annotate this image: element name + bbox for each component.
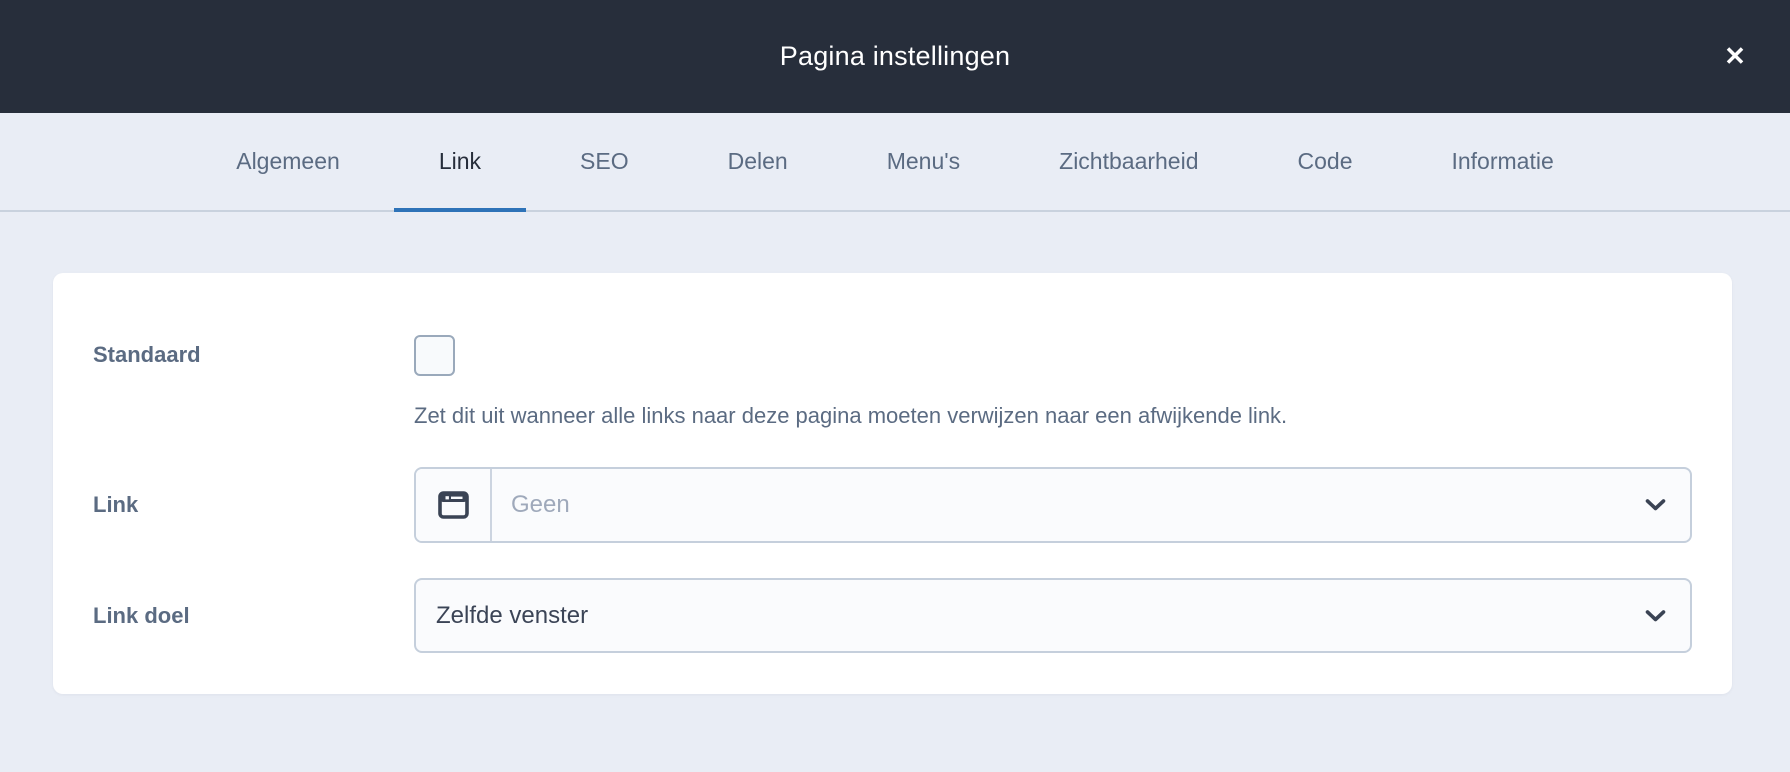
modal-header: Pagina instellingen ✕ [0, 0, 1790, 113]
link-picker [414, 467, 1692, 543]
tab-label: Delen [728, 148, 788, 175]
tab-label: Menu's [887, 148, 960, 175]
tab-algemeen[interactable]: Algemeen [191, 113, 385, 210]
browser-window-icon [438, 491, 469, 519]
standaard-checkbox[interactable] [414, 335, 455, 376]
tab-label: Algemeen [236, 148, 340, 175]
tab-label: Informatie [1451, 148, 1553, 175]
standaard-row: Standaard Zet dit uit wanneer alle links… [93, 335, 1694, 430]
link-doel-label: Link doel [93, 604, 414, 628]
page-title: Pagina instellingen [780, 41, 1010, 72]
link-doel-value: Zelfde venster [436, 602, 588, 630]
link-input[interactable] [492, 469, 1690, 541]
link-type-button[interactable] [416, 469, 492, 541]
tab-code[interactable]: Code [1253, 113, 1398, 210]
tab-label: Zichtbaarheid [1059, 148, 1198, 175]
tab-seo[interactable]: SEO [535, 113, 674, 210]
chevron-down-icon [1645, 609, 1666, 622]
modal-body: Standaard Zet dit uit wanneer alle links… [0, 273, 1790, 772]
close-icon: ✕ [1724, 41, 1746, 72]
standaard-label: Standaard [93, 335, 414, 367]
tab-label: Link [439, 148, 481, 175]
link-label: Link [93, 493, 414, 517]
link-row: Link [93, 467, 1694, 543]
settings-card: Standaard Zet dit uit wanneer alle links… [53, 273, 1732, 694]
tab-link[interactable]: Link [394, 113, 526, 210]
tab-bar: Algemeen Link SEO Delen Menu's Zichtbaar… [0, 113, 1790, 212]
link-doel-select[interactable]: Zelfde venster [414, 578, 1692, 653]
tab-label: Code [1298, 148, 1353, 175]
tab-delen[interactable]: Delen [683, 113, 833, 210]
link-doel-row: Link doel Zelfde venster [93, 578, 1694, 653]
tab-label: SEO [580, 148, 629, 175]
close-button[interactable]: ✕ [1706, 28, 1764, 86]
tab-menus[interactable]: Menu's [842, 113, 1005, 210]
tab-zichtbaarheid[interactable]: Zichtbaarheid [1014, 113, 1243, 210]
standaard-help-text: Zet dit uit wanneer alle links naar deze… [414, 402, 1287, 430]
chevron-down-icon [1645, 499, 1666, 512]
tab-informatie[interactable]: Informatie [1406, 113, 1598, 210]
